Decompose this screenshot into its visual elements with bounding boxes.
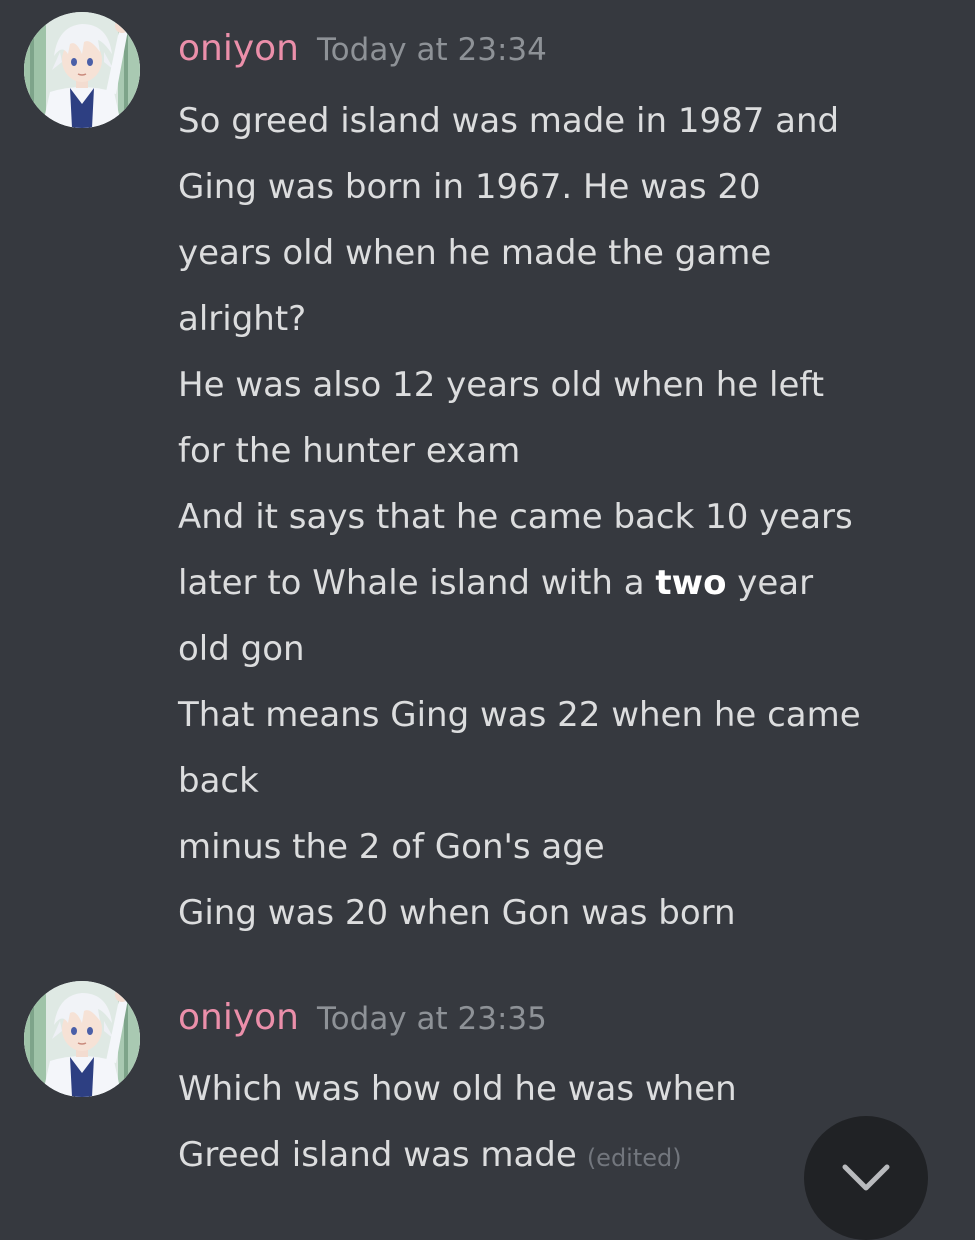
bold-text: two	[655, 563, 727, 603]
message-text: later to Whale island with a	[178, 563, 656, 603]
message-line: old gon	[178, 629, 305, 669]
message-line: He was also 12 years old when he left	[178, 365, 825, 405]
message-body: So greed island was made in 1987 and Gin…	[178, 88, 968, 946]
message-line: Which was how old he was when	[178, 1069, 737, 1109]
user-avatar-icon[interactable]	[24, 12, 140, 128]
user-avatar-icon[interactable]	[24, 981, 140, 1097]
message-line: Ging was born in 1967. He was 20	[178, 167, 761, 207]
timestamp[interactable]: Today at 23:35	[317, 1001, 547, 1037]
message-line: minus the 2 of Gon's age	[178, 827, 605, 867]
message-line: alright?	[178, 299, 307, 339]
message-line: for the hunter exam	[178, 431, 521, 471]
message-line: later to Whale island with a two year	[178, 550, 968, 616]
message-header: oniyon Today at 23:34	[178, 28, 547, 69]
username[interactable]: oniyon	[178, 997, 299, 1038]
message-line: And it says that he came back 10 years	[178, 497, 853, 537]
message-header: oniyon Today at 23:35	[178, 997, 547, 1038]
scroll-to-bottom-button[interactable]	[804, 1116, 928, 1240]
message-line: years old when he made the game	[178, 233, 772, 273]
timestamp[interactable]: Today at 23:34	[317, 32, 547, 68]
message-text: year	[726, 563, 814, 603]
username[interactable]: oniyon	[178, 28, 299, 69]
edited-tag: (edited)	[586, 1144, 682, 1172]
message-line: Ging was 20 when Gon was born	[178, 893, 736, 933]
message-text: Greed island was made	[178, 1135, 577, 1175]
message-line: So greed island was made in 1987 and	[178, 101, 840, 141]
message-line: That means Ging was 22 when he came	[178, 695, 861, 735]
chevron-down-icon	[842, 1164, 890, 1191]
message-line: back	[178, 761, 259, 801]
